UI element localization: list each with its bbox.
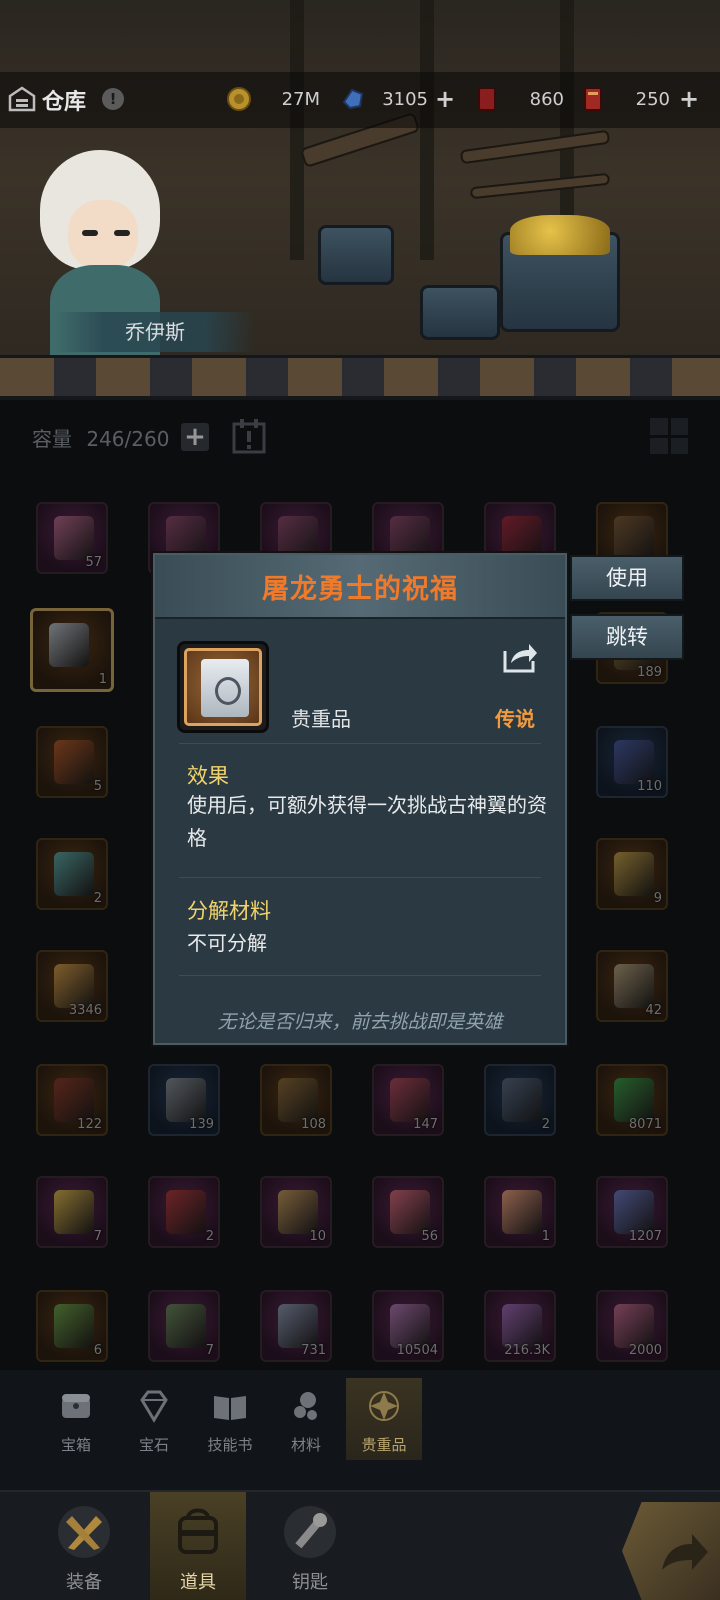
effect-text: 使用后，可额外获得一次挑战古神翼的资格 bbox=[187, 793, 547, 850]
item-type: 贵重品 bbox=[291, 707, 351, 731]
chest-icon bbox=[62, 1394, 90, 1418]
key-icon bbox=[284, 1506, 336, 1558]
popup-header: 屠龙勇士的祝福 bbox=[155, 555, 565, 619]
nav-label: 道具 bbox=[180, 1572, 216, 1593]
add-crystal-button[interactable]: + bbox=[434, 87, 456, 111]
item-rarity: 传说 bbox=[495, 707, 535, 731]
tab-material[interactable]: 材料 bbox=[268, 1378, 344, 1460]
tab-chest[interactable]: 宝箱 bbox=[38, 1378, 114, 1460]
effect-title: 效果 bbox=[187, 764, 229, 788]
gold-coin-icon bbox=[227, 87, 251, 111]
shelf-strip bbox=[0, 355, 720, 400]
add-ticket-button[interactable]: + bbox=[678, 87, 700, 111]
item-detail-popup: 屠龙勇士的祝福 贵重品 传说 效果 使用后，可额外获得一次挑战古神翼的资格 分解… bbox=[153, 553, 567, 1045]
divider bbox=[179, 743, 541, 744]
tab-label: 材料 bbox=[290, 1436, 321, 1454]
top-bar: 仓库 ! 27M 3105 + 860 250 + bbox=[0, 72, 720, 128]
item-title: 屠龙勇士的祝福 bbox=[262, 574, 458, 605]
red-ticket-icon bbox=[584, 87, 602, 111]
help-icon[interactable]: ! bbox=[102, 88, 124, 110]
nav-items[interactable]: 道具 bbox=[150, 1492, 246, 1600]
next-page-button[interactable] bbox=[622, 1502, 720, 1600]
divider bbox=[179, 877, 541, 878]
item-icon-frame bbox=[177, 641, 269, 733]
category-tabs: 宝箱 宝石 技能书 材料 贵重品 bbox=[0, 1378, 720, 1460]
decompose-title: 分解材料 bbox=[187, 899, 271, 923]
tab-gem[interactable]: 宝石 bbox=[116, 1378, 192, 1460]
tab-label: 贵重品 bbox=[361, 1436, 407, 1454]
blue-crystal-icon bbox=[342, 88, 364, 110]
equipment-icon bbox=[58, 1506, 110, 1558]
warehouse-icon bbox=[8, 86, 36, 112]
gem-icon bbox=[140, 1390, 168, 1423]
nav-keys[interactable]: 钥匙 bbox=[262, 1492, 358, 1600]
jump-button[interactable]: 跳转 bbox=[570, 614, 684, 660]
flavor-text: 无论是否归来，前去挑战即是英雄 bbox=[217, 1011, 503, 1033]
tab-label: 宝箱 bbox=[60, 1436, 91, 1454]
nav-equipment[interactable]: 装备 bbox=[36, 1492, 132, 1600]
ticket-amount: 250 bbox=[635, 89, 670, 110]
valuable-icon bbox=[369, 1391, 399, 1421]
decompose-text: 不可分解 bbox=[187, 931, 267, 955]
gold-amount: 27M bbox=[281, 89, 320, 110]
tab-skill-book[interactable]: 技能书 bbox=[192, 1378, 268, 1460]
tab-label: 技能书 bbox=[207, 1436, 253, 1454]
material-icon bbox=[294, 1392, 317, 1420]
crystal-amount: 3105 bbox=[382, 89, 428, 110]
book-icon bbox=[214, 1396, 246, 1420]
page-title: 仓库 bbox=[42, 90, 87, 115]
use-button[interactable]: 使用 bbox=[570, 555, 684, 601]
item-bag-icon bbox=[178, 1508, 218, 1554]
tab-label: 宝石 bbox=[138, 1436, 169, 1454]
red-card-icon bbox=[478, 87, 496, 111]
arrow-right-icon bbox=[662, 1534, 708, 1570]
tab-valuables[interactable]: 贵重品 bbox=[346, 1378, 422, 1460]
divider bbox=[179, 975, 541, 976]
hero-name: 乔伊斯 bbox=[55, 312, 255, 352]
nav-label: 装备 bbox=[66, 1572, 102, 1593]
bottom-nav: 装备 道具 钥匙 bbox=[0, 1490, 720, 1600]
scroll-icon bbox=[201, 659, 249, 717]
card-amount: 860 bbox=[529, 89, 564, 110]
share-icon[interactable] bbox=[501, 641, 539, 673]
nav-label: 钥匙 bbox=[292, 1572, 328, 1593]
